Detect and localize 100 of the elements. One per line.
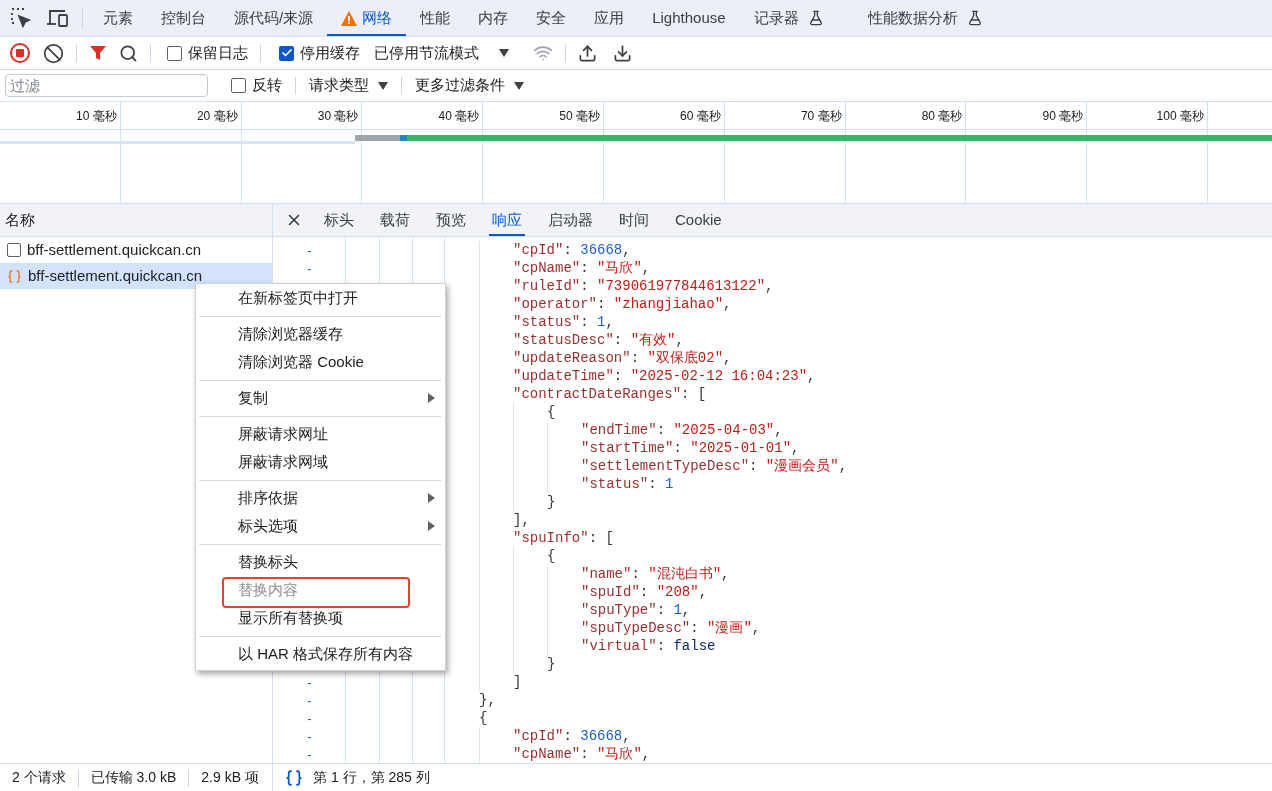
code-line: "cpName": "马欣", <box>513 260 651 276</box>
time-tick-label: 20 毫秒 <box>196 107 238 125</box>
code-line: "statusDesc": "有效", <box>513 332 684 348</box>
time-tick-label: 100 毫秒 <box>1156 107 1204 125</box>
clear-icon[interactable] <box>43 42 64 64</box>
code-line: "name": "混沌白书", <box>581 566 730 582</box>
checkbox[interactable] <box>167 45 182 61</box>
pretty-print-icon[interactable] <box>285 768 303 787</box>
document-icon <box>7 243 21 257</box>
throttling-dropdown[interactable]: 已停用节流模式 <box>374 41 509 65</box>
panel-tab[interactable]: 性能 <box>406 0 465 36</box>
panel-tab[interactable]: 内存 <box>464 0 523 36</box>
panel-tab[interactable]: 元素 <box>89 0 147 36</box>
caret-icon <box>514 81 524 90</box>
filter-dropdown[interactable]: 更多过滤条件 <box>415 74 524 97</box>
code-line: "spuInfo": [ <box>513 530 614 546</box>
code-line: "cpId": 36668, <box>513 728 631 744</box>
menu-item[interactable]: 排序依据 <box>196 484 445 512</box>
code-line: { <box>479 710 488 726</box>
code-line: "endTime": "2025-04-03", <box>581 422 783 438</box>
gutter-dash: - <box>307 260 312 277</box>
status-text: 2.9 kB 项 <box>201 768 259 787</box>
gutter-dash: - <box>307 674 312 691</box>
time-tick-label: 60 毫秒 <box>680 107 721 125</box>
upload-icon[interactable] <box>578 43 597 63</box>
gutter-dash: - <box>307 728 312 745</box>
code-line: "status": 1 <box>581 476 674 492</box>
time-tick-label: 90 毫秒 <box>1042 107 1084 125</box>
checkbox[interactable] <box>279 45 294 61</box>
code-line: } <box>547 656 556 672</box>
inspect-icon[interactable] <box>10 7 32 29</box>
detail-tab[interactable]: 启动器 <box>535 204 606 236</box>
code-line: "startTime": "2025-01-01", <box>581 440 800 456</box>
menu-item[interactable]: 以 HAR 格式保存所有内容 <box>196 640 445 668</box>
code-line: "cpId": 36668, <box>513 242 631 258</box>
menu-item[interactable]: 替换标头 <box>196 548 445 576</box>
checkbox-label: 停用缓存 <box>300 42 360 63</box>
panel-tab[interactable]: 源代码/来源 <box>220 0 328 36</box>
panel-tab[interactable]: 网络 <box>327 0 407 36</box>
detail-tab[interactable]: 响应 <box>479 204 535 236</box>
search-icon[interactable] <box>119 43 138 63</box>
checkbox-label: 反转 <box>252 75 282 96</box>
code-line: ] <box>513 674 522 690</box>
code-line: "virtual": false <box>581 638 716 654</box>
braces-icon <box>7 268 22 284</box>
filter-dropdown[interactable]: 请求类型 <box>309 74 388 97</box>
code-line: "updateTime": "2025-02-12 16:04:23", <box>513 368 816 384</box>
gutter-dash: - <box>307 692 312 709</box>
code-line: } <box>547 494 556 510</box>
code-line: "operator": "zhangjiahao", <box>513 296 732 312</box>
code-line: "status": 1, <box>513 314 614 330</box>
menu-item[interactable]: 屏蔽请求网址 <box>196 420 445 448</box>
filter-icon[interactable] <box>89 44 107 62</box>
detail-tab[interactable]: Cookie <box>662 204 735 236</box>
code-line: ], <box>513 512 530 528</box>
menu-item[interactable]: 显示所有替换项 <box>196 604 445 632</box>
panel-tab[interactable]: 应用 <box>580 0 639 36</box>
detail-tab[interactable]: 时间 <box>606 204 662 236</box>
request-row[interactable]: bff-settlement.quickcan.cn <box>0 263 272 289</box>
gutter-dash: - <box>307 746 312 763</box>
code-line: "updateReason": "双保底02", <box>513 350 732 366</box>
menu-item[interactable]: 清除浏览器 Cookie <box>196 348 445 376</box>
request-row[interactable]: bff-settlement.quickcan.cn <box>0 237 272 263</box>
code-line: { <box>547 404 556 420</box>
code-line: "ruleId": "739061977844613122", <box>513 278 774 294</box>
time-tick-label: 40 毫秒 <box>438 107 480 125</box>
gutter-dash: - <box>307 710 312 727</box>
panel-tab[interactable]: 记录器 <box>739 0 854 36</box>
detail-tab[interactable]: 预览 <box>423 204 479 236</box>
panel-tab[interactable]: 性能数据分析 <box>853 0 1013 36</box>
code-line: "spuId": "208", <box>581 584 708 600</box>
menu-item[interactable]: 清除浏览器缓存 <box>196 320 445 348</box>
download-icon[interactable] <box>613 43 632 63</box>
panel-tab[interactable]: 安全 <box>522 0 581 36</box>
detail-tab[interactable]: 载荷 <box>367 204 423 236</box>
record-button[interactable] <box>9 42 31 64</box>
filter-field[interactable]: 过滤 <box>5 74 208 97</box>
gutter-dash: - <box>307 242 312 259</box>
device-toolbar-icon[interactable] <box>46 8 70 28</box>
time-tick-label: 80 毫秒 <box>921 107 963 125</box>
code-line: { <box>547 548 556 564</box>
time-tick-label: 10 毫秒 <box>76 107 117 125</box>
caret-icon <box>378 81 388 90</box>
code-line: "spuType": 1, <box>581 602 691 618</box>
code-line: "spuTypeDesc": "漫画", <box>581 620 761 636</box>
panel-tab[interactable]: Lighthouse <box>638 0 740 36</box>
code-line: "cpName": "马欣", <box>513 746 651 762</box>
checkbox[interactable] <box>231 78 246 93</box>
menu-item[interactable]: 复制 <box>196 384 445 412</box>
column-header: 名称 <box>5 209 35 230</box>
status-text: 2 个请求 <box>12 768 66 787</box>
time-tick-label: 50 毫秒 <box>559 107 600 125</box>
code-line: "settlementTypeDesc": "漫画会员", <box>581 458 848 474</box>
panel-tab[interactable]: 控制台 <box>147 0 220 36</box>
menu-item[interactable]: 标头选项 <box>196 512 445 540</box>
menu-item[interactable]: 屏蔽请求网域 <box>196 448 445 476</box>
cursor-position: 第 1 行，第 285 列 <box>313 768 430 787</box>
code-line: }, <box>479 692 496 708</box>
detail-tab[interactable]: 标头 <box>311 204 367 236</box>
time-tick-label: 30 毫秒 <box>317 107 359 125</box>
